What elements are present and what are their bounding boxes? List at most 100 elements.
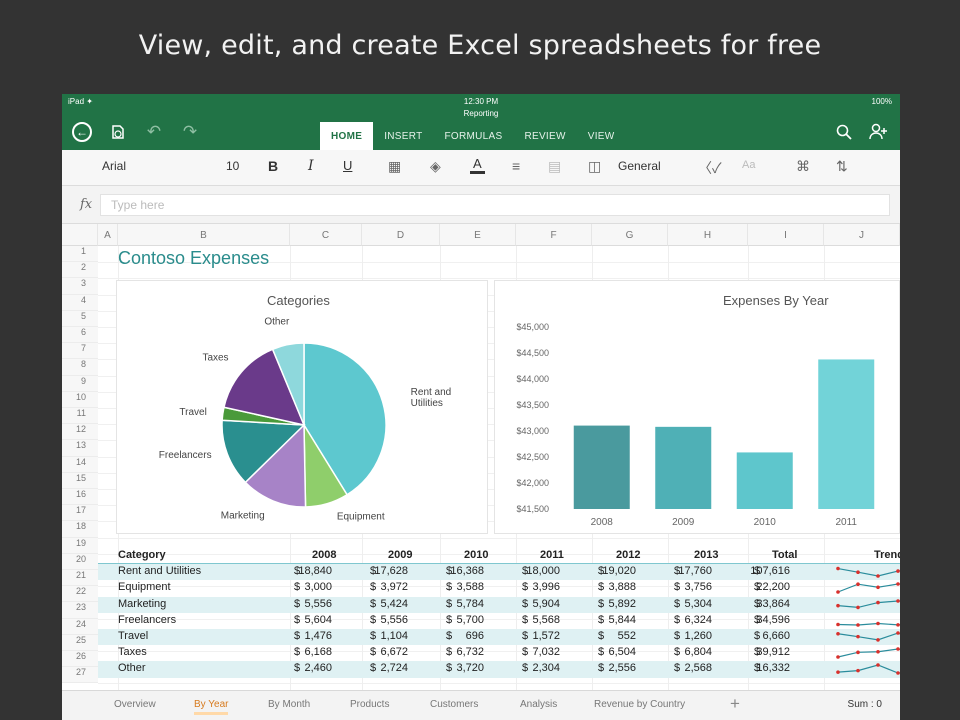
row-header-9[interactable]: 9: [62, 375, 98, 392]
value-cell[interactable]: 552: [618, 630, 636, 642]
function-icon[interactable]: fx: [80, 197, 92, 212]
clear-text-button[interactable]: Aa: [742, 159, 755, 171]
row-header-6[interactable]: 6: [62, 327, 98, 344]
currency-symbol[interactable]: $: [598, 662, 604, 674]
currency-symbol[interactable]: $: [370, 581, 376, 593]
column-header-c[interactable]: C: [290, 224, 362, 246]
row-header-22[interactable]: 22: [62, 586, 98, 603]
row-header-13[interactable]: 13: [62, 440, 98, 457]
currency-symbol[interactable]: $: [446, 662, 452, 674]
category-cell[interactable]: Other: [118, 662, 146, 674]
number-format-icon[interactable]: ◫: [588, 158, 601, 175]
value-cell[interactable]: 1,572: [532, 630, 560, 642]
row-header-27[interactable]: 27: [62, 667, 98, 684]
bar-chart-panel[interactable]: Expenses By Year $45,000 $44,500 $44,000 $4…: [494, 280, 900, 534]
value-cell[interactable]: 2,460: [304, 662, 332, 674]
table-header-cell[interactable]: Total: [772, 549, 797, 561]
redo-icon[interactable]: ↷: [178, 120, 202, 144]
row-header-25[interactable]: 25: [62, 634, 98, 651]
currency-symbol[interactable]: $: [754, 630, 760, 642]
value-cell[interactable]: 6,324: [684, 614, 712, 626]
add-sheet-button[interactable]: +: [730, 694, 740, 714]
value-cell[interactable]: 17,760: [678, 565, 712, 577]
value-cell[interactable]: 3,588: [456, 581, 484, 593]
currency-symbol[interactable]: $: [522, 581, 528, 593]
currency-symbol[interactable]: $: [522, 614, 528, 626]
row-header-18[interactable]: 18: [62, 521, 98, 538]
back-button[interactable]: ←: [70, 120, 94, 144]
column-header-e[interactable]: E: [440, 224, 516, 246]
value-cell[interactable]: 6,168: [304, 646, 332, 658]
column-header-h[interactable]: H: [668, 224, 748, 246]
currency-symbol[interactable]: $: [674, 646, 680, 658]
currency-symbol[interactable]: $: [598, 581, 604, 593]
value-cell[interactable]: 3,756: [684, 581, 712, 593]
row-header-17[interactable]: 17: [62, 505, 98, 522]
wrap-text-icon[interactable]: ▤: [548, 158, 561, 175]
column-header-f[interactable]: F: [516, 224, 592, 246]
fill-color-icon[interactable]: ◈: [430, 158, 441, 175]
value-cell[interactable]: 3,720: [456, 662, 484, 674]
select-all-corner[interactable]: [62, 224, 98, 246]
currency-symbol[interactable]: $: [294, 614, 300, 626]
table-header-cell[interactable]: 2008: [312, 549, 336, 561]
tab-review[interactable]: REVIEW: [513, 122, 576, 150]
value-cell[interactable]: 2,724: [380, 662, 408, 674]
column-header-j[interactable]: J: [824, 224, 900, 246]
value-cell[interactable]: 19,020: [602, 565, 636, 577]
currency-symbol[interactable]: $: [598, 646, 604, 658]
total-cell[interactable]: 33,864: [756, 598, 790, 610]
value-cell[interactable]: 5,556: [304, 598, 332, 610]
currency-symbol[interactable]: $: [674, 581, 680, 593]
table-header-cell[interactable]: 2010: [464, 549, 488, 561]
value-cell[interactable]: 18,840: [298, 565, 332, 577]
value-cell[interactable]: 5,568: [532, 614, 560, 626]
value-cell[interactable]: 1,476: [304, 630, 332, 642]
value-cell[interactable]: 1,104: [380, 630, 408, 642]
file-sync-icon[interactable]: [106, 120, 130, 144]
currency-symbol[interactable]: $: [294, 646, 300, 658]
search-icon[interactable]: [832, 120, 856, 144]
row-header-3[interactable]: 3: [62, 278, 98, 295]
font-color-button[interactable]: A: [470, 156, 485, 174]
row-header-26[interactable]: 26: [62, 651, 98, 668]
category-cell[interactable]: Rent and Utilities: [118, 565, 201, 577]
row-header-14[interactable]: 14: [62, 456, 98, 473]
row-header-20[interactable]: 20: [62, 553, 98, 570]
currency-symbol[interactable]: $: [522, 598, 528, 610]
sheet-tab-revenue-by-country[interactable]: Revenue by Country: [594, 699, 685, 710]
row-header-16[interactable]: 16: [62, 489, 98, 506]
value-cell[interactable]: 6,804: [684, 646, 712, 658]
category-cell[interactable]: Marketing: [118, 598, 166, 610]
tab-formulas[interactable]: FORMULAS: [434, 122, 514, 150]
clear-format-icon[interactable]: 〈✓: [698, 158, 722, 178]
row-header-11[interactable]: 11: [62, 408, 98, 425]
underline-button[interactable]: U: [343, 158, 352, 173]
value-cell[interactable]: 16,368: [450, 565, 484, 577]
value-cell[interactable]: 3,000: [304, 581, 332, 593]
value-cell[interactable]: 5,604: [304, 614, 332, 626]
currency-symbol[interactable]: $: [294, 630, 300, 642]
currency-symbol[interactable]: $: [674, 598, 680, 610]
currency-symbol[interactable]: $: [370, 598, 376, 610]
value-cell[interactable]: 3,972: [380, 581, 408, 593]
row-header-15[interactable]: 15: [62, 472, 98, 489]
currency-symbol[interactable]: $: [370, 646, 376, 658]
value-cell[interactable]: 7,032: [532, 646, 560, 658]
category-cell[interactable]: Taxes: [118, 646, 147, 658]
italic-button[interactable]: I: [308, 158, 314, 174]
currency-symbol[interactable]: $: [370, 662, 376, 674]
row-header-1[interactable]: 1: [62, 246, 98, 263]
table-header-cell[interactable]: Trend: [874, 549, 900, 561]
column-header-b[interactable]: B: [118, 224, 290, 246]
value-cell[interactable]: 2,304: [532, 662, 560, 674]
sheet-tab-products[interactable]: Products: [350, 699, 389, 710]
row-header-4[interactable]: 4: [62, 294, 98, 311]
total-cell[interactable]: 16,332: [756, 662, 790, 674]
value-cell[interactable]: 5,844: [608, 614, 636, 626]
column-header-i[interactable]: I: [748, 224, 824, 246]
value-cell[interactable]: 17,628: [374, 565, 408, 577]
total-cell[interactable]: 6,660: [762, 630, 790, 642]
total-cell[interactable]: 107,616: [750, 565, 790, 577]
row-header-19[interactable]: 19: [62, 537, 98, 554]
